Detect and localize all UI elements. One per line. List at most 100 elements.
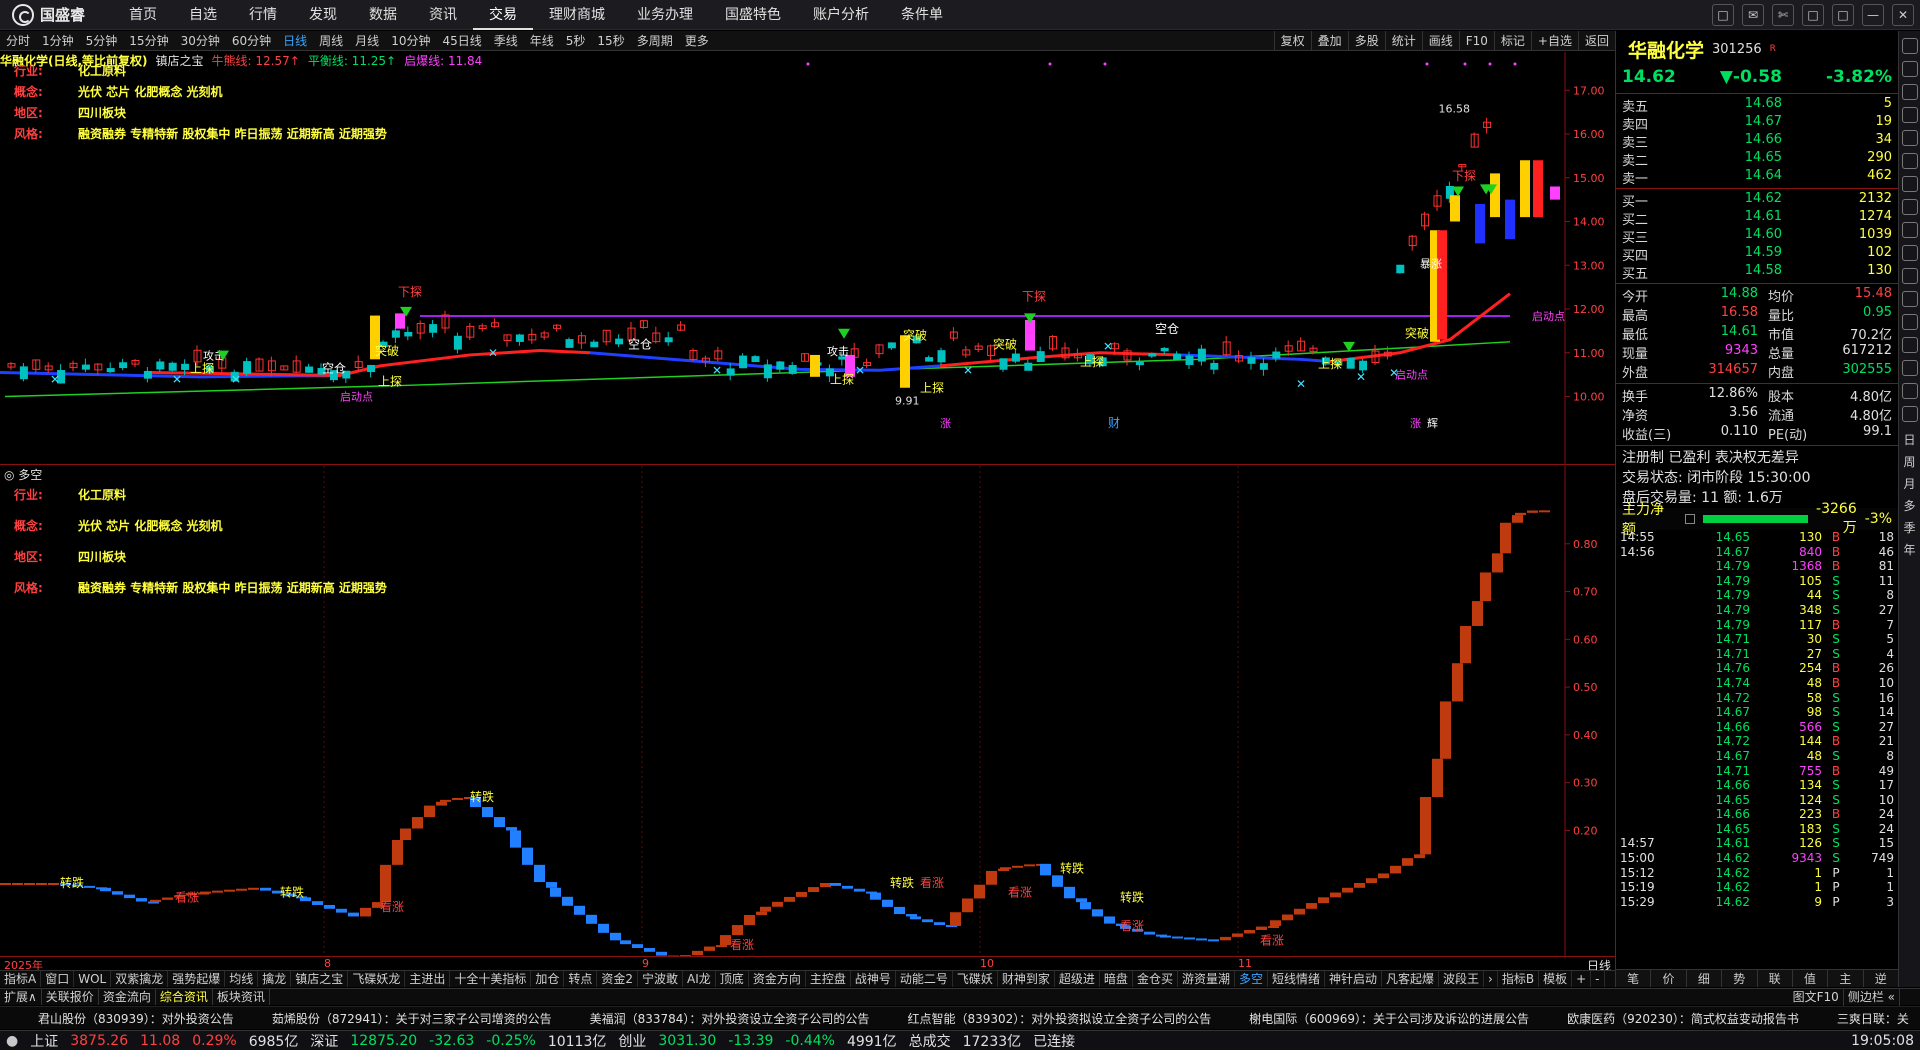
bottom-tab[interactable]: 板块资讯 bbox=[213, 989, 270, 1005]
quote-tab[interactable]: 价 bbox=[1651, 970, 1687, 987]
bottom-right-tab[interactable]: 图文F10 bbox=[1789, 989, 1844, 1006]
menu-item[interactable]: 国盛特色 bbox=[709, 0, 797, 30]
orderbook-row[interactable]: 卖五 14.68 5 bbox=[1616, 96, 1898, 115]
indicator-tab[interactable]: 宁波敢 bbox=[638, 971, 684, 987]
sh-label[interactable]: 上证 bbox=[24, 1031, 64, 1050]
period-tab[interactable]: 季线 bbox=[488, 31, 524, 51]
news-item[interactable]: 红点智能（839302）：对外投资拟设立全资子公司的公告 bbox=[869, 1010, 1211, 1027]
indicator-tab[interactable]: 游资量潮 bbox=[1178, 971, 1235, 987]
menu-item[interactable]: 发现 bbox=[293, 0, 353, 30]
app-logo[interactable]: 国盛睿 bbox=[0, 3, 113, 26]
period-tab[interactable]: 30分钟 bbox=[175, 31, 226, 51]
stock-name[interactable]: 华融化学 bbox=[1628, 36, 1704, 63]
list2-icon[interactable] bbox=[1901, 360, 1918, 376]
chart-tool[interactable]: F10 bbox=[1458, 31, 1494, 51]
chart-tool[interactable]: +自选 bbox=[1530, 31, 1578, 51]
quote-tab[interactable]: 笔 bbox=[1616, 970, 1652, 987]
menu-item[interactable]: 行情 bbox=[233, 0, 293, 30]
period-tab[interactable]: 更多 bbox=[679, 31, 715, 51]
chart-tool[interactable]: 标记 bbox=[1493, 31, 1531, 51]
indicator-tab[interactable]: 指标B bbox=[1498, 971, 1540, 987]
indicator-tab[interactable]: - bbox=[1591, 971, 1605, 987]
bell-icon[interactable] bbox=[1901, 176, 1918, 192]
indicator-tab[interactable]: 加仓 bbox=[531, 971, 565, 987]
indicator-tab[interactable]: 短线情绪 bbox=[1268, 971, 1325, 987]
main-flow-row[interactable]: 主力净额 -3266万 -3% bbox=[1616, 501, 1898, 538]
indicator-tab[interactable]: 神针启动 bbox=[1325, 971, 1383, 987]
indicator-tab[interactable]: 双紫擒龙 bbox=[111, 971, 169, 987]
menu-item[interactable]: 交易 bbox=[473, 0, 534, 30]
orderbook-row[interactable]: 买一 14.62 2132 bbox=[1616, 191, 1898, 210]
window-button[interactable]: — bbox=[1862, 4, 1884, 26]
chart-tool[interactable]: 统计 bbox=[1384, 31, 1422, 51]
period-tab[interactable]: 1分钟 bbox=[36, 31, 80, 51]
indicator-tab[interactable]: 金仓买 bbox=[1133, 971, 1178, 987]
news-item[interactable]: 君山股份（830939）：对外投资公告 bbox=[0, 1010, 234, 1027]
list-icon[interactable] bbox=[1901, 61, 1918, 77]
menu-item[interactable]: 业务办理 bbox=[621, 0, 709, 30]
window-button[interactable]: ✉ bbox=[1742, 4, 1764, 26]
download-icon[interactable] bbox=[1901, 291, 1918, 307]
indicator-tab[interactable]: WOL bbox=[74, 971, 112, 987]
orderbook-row[interactable]: 卖一 14.64 462 bbox=[1616, 168, 1898, 187]
news-item[interactable]: 榭电国际（600969）：关于公司涉及诉讼的进展公告 bbox=[1211, 1010, 1529, 1027]
grid-icon[interactable] bbox=[1901, 84, 1918, 100]
period-tab[interactable]: 15秒 bbox=[591, 31, 630, 51]
news-item[interactable]: 三爽日联：关 bbox=[1799, 1010, 1909, 1027]
indicator-tab[interactable]: 战神号 bbox=[851, 971, 896, 987]
indicator-tab[interactable]: 超级进 bbox=[1055, 971, 1100, 987]
indicator-tab[interactable]: 凡客起爆 bbox=[1382, 971, 1440, 987]
indicator-tab[interactable]: 擒龙 bbox=[258, 971, 292, 987]
sz-label[interactable]: 深证 bbox=[304, 1031, 344, 1050]
indicator-tab[interactable]: 均线 bbox=[225, 971, 259, 987]
indicator-tab[interactable]: 多空 bbox=[1235, 971, 1268, 987]
period-tab[interactable]: 60分钟 bbox=[226, 31, 277, 51]
tick-list[interactable]: 14:55 14.65 130 B 18 14:56 14.67 840 B 46 14.79 136… bbox=[1616, 530, 1898, 909]
sidebar-period[interactable]: 月 bbox=[1899, 473, 1920, 495]
sub-indicator-chart[interactable]: 0.80 0.70 0.60 0.50 0.40 0.30 0.20 转跌 转跌 转跌 转跌 转跌 转跌… bbox=[0, 466, 1615, 960]
indicator-tab[interactable]: 主控盘 bbox=[806, 971, 851, 987]
indicator-tab[interactable]: › bbox=[1484, 971, 1498, 987]
indicator-tab[interactable]: 转点 bbox=[564, 971, 598, 987]
sidebar-period[interactable]: 年 bbox=[1899, 539, 1920, 561]
period-tab[interactable]: 月线 bbox=[349, 31, 385, 51]
window-button[interactable]: ✕ bbox=[1892, 4, 1914, 26]
pen-icon[interactable] bbox=[1901, 245, 1918, 261]
up-arrow-icon[interactable] bbox=[1901, 38, 1918, 54]
chart-tool[interactable]: 返回 bbox=[1577, 31, 1615, 51]
chart-tool[interactable]: 叠加 bbox=[1310, 31, 1348, 51]
orderbook-row[interactable]: 买四 14.59 102 bbox=[1616, 245, 1898, 264]
indicator-tab[interactable]: + bbox=[1572, 971, 1592, 987]
chart-tool[interactable]: 复权 bbox=[1273, 31, 1311, 51]
orderbook-row[interactable]: 买三 14.60 1039 bbox=[1616, 227, 1898, 246]
menu-item[interactable]: 资讯 bbox=[413, 0, 473, 30]
dots-icon[interactable] bbox=[1901, 383, 1918, 399]
period-tab[interactable]: 15分钟 bbox=[123, 31, 174, 51]
settings-icon[interactable] bbox=[1901, 406, 1918, 422]
indicator-tab[interactable]: 动能二号 bbox=[896, 971, 953, 987]
news-item[interactable]: 欧康医药（920230）：简式权益变动报告书 bbox=[1529, 1010, 1799, 1027]
indicator-tab[interactable]: 波段王 bbox=[1439, 971, 1485, 987]
sidebar-period[interactable]: 日 bbox=[1899, 429, 1920, 451]
layout-icon[interactable] bbox=[1901, 199, 1918, 215]
menu-item[interactable]: 首页 bbox=[113, 0, 173, 30]
sidebar-period[interactable]: 周 bbox=[1899, 451, 1920, 473]
orderbook-row[interactable]: 买二 14.61 1274 bbox=[1616, 209, 1898, 228]
period-tab[interactable]: 年线 bbox=[524, 31, 560, 51]
quote-tab[interactable]: 势 bbox=[1722, 970, 1758, 987]
window-button[interactable]: □ bbox=[1712, 4, 1734, 26]
news-item[interactable]: 美福润（833784）：对外投资设立全资子公司的公告 bbox=[552, 1010, 870, 1027]
indicator-tab[interactable]: 指标A bbox=[0, 971, 42, 987]
indicator-tab[interactable]: 顶底 bbox=[716, 971, 749, 987]
period-tab[interactable]: 日线 bbox=[277, 31, 313, 51]
indicator-tab[interactable]: 强势起爆 bbox=[168, 971, 226, 987]
bottom-right-tab[interactable]: 侧边栏 « bbox=[1844, 989, 1900, 1006]
bottom-tab[interactable]: 资金流向 bbox=[99, 989, 156, 1005]
quote-tab[interactable]: 细 bbox=[1687, 970, 1723, 987]
bottom-tab[interactable]: 关联报价 bbox=[42, 989, 99, 1005]
table-icon[interactable] bbox=[1901, 153, 1918, 169]
sidebar-period[interactable]: 多 bbox=[1899, 495, 1920, 517]
indicator-tab[interactable]: 资金方向 bbox=[749, 971, 806, 987]
quote-tab[interactable]: 联 bbox=[1758, 970, 1793, 987]
period-tab[interactable]: 45日线 bbox=[436, 31, 487, 51]
